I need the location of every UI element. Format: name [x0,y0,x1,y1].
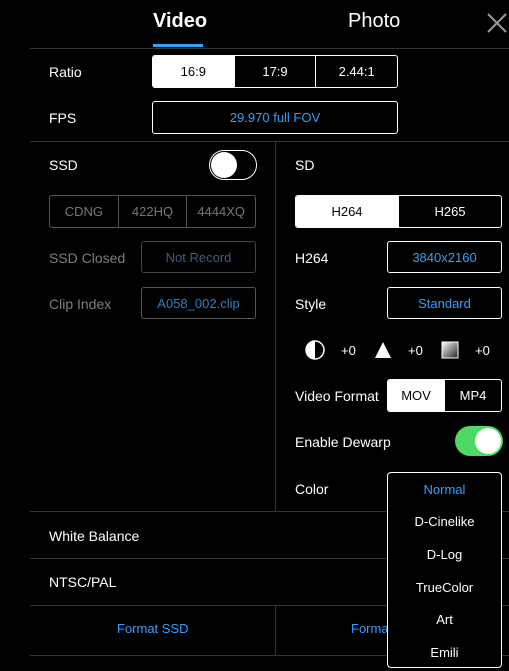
color-dropdown-menu: Normal D-Cinelike D-Log TrueColor Art Em… [387,472,502,668]
saturation-icon [441,341,459,359]
sd-codec-h265[interactable]: H265 [398,196,501,227]
resolution-button[interactable]: 3840x2160 [387,241,502,273]
toggle-knob [475,428,501,454]
format-ssd-button[interactable]: Format SSD [117,621,189,636]
ssd-codec-selector: CDNG 422HQ 4444XQ [49,195,256,228]
sd-label: SD [295,157,315,173]
contrast-value[interactable]: +0 [341,343,356,358]
ratio-option-17-9[interactable]: 17:9 [233,56,316,87]
fps-button[interactable]: 29.970 full FOV [152,101,398,134]
color-option-art[interactable]: Art [388,603,501,636]
fps-label: FPS [49,110,77,126]
column-divider [275,141,276,511]
sharpness-value[interactable]: +0 [408,343,423,358]
color-option-normal[interactable]: Normal [388,473,501,506]
close-icon[interactable] [486,12,508,34]
ssd-toggle[interactable] [209,150,257,180]
video-format-label: Video Format [295,388,379,404]
sd-codec-h264[interactable]: H264 [296,196,398,227]
color-option-emili[interactable]: Emili [388,636,501,669]
toggle-knob [211,152,237,178]
sharpness-icon [374,341,392,359]
ntsc-pal-label[interactable]: NTSC/PAL [49,574,116,590]
dewarp-toggle[interactable] [455,426,503,456]
color-option-d-cinelike[interactable]: D-Cinelike [388,506,501,539]
ssd-closed-label: SSD Closed [49,250,126,266]
tab-video[interactable]: Video [153,10,207,33]
contrast-icon [305,340,325,360]
resolution-label: H264 [295,250,329,266]
tab-photo[interactable]: Photo [348,10,400,33]
format-sd-button[interactable]: Forma [351,621,389,636]
white-balance-label[interactable]: White Balance [49,528,139,544]
active-tab-indicator [153,44,203,47]
ssd-closed-button[interactable]: Not Record [141,241,256,273]
clip-index-button[interactable]: A058_002.clip [141,287,256,319]
color-option-truecolor[interactable]: TrueColor [388,571,501,604]
ratio-label: Ratio [49,64,82,80]
saturation-value[interactable]: +0 [475,343,490,358]
column-divider [275,605,276,655]
ssd-codec-422hq[interactable]: 422HQ [117,196,187,227]
divider [30,141,509,142]
style-button[interactable]: Standard [387,287,502,319]
format-option-mov[interactable]: MOV [388,380,444,411]
style-label: Style [295,296,327,312]
ratio-option-16-9[interactable]: 16:9 [153,56,234,87]
ssd-label: SSD [49,157,78,173]
ratio-option-2-44-1[interactable]: 2.44:1 [315,56,397,87]
divider [30,48,509,49]
ssd-codec-4444xq[interactable]: 4444XQ [186,196,255,227]
video-format-selector: MOV MP4 [387,379,502,412]
format-option-mp4[interactable]: MP4 [444,380,501,411]
sd-codec-selector: H264 H265 [295,195,502,228]
ratio-selector: 16:9 17:9 2.44:1 [152,55,398,88]
color-option-d-log[interactable]: D-Log [388,538,501,571]
ssd-codec-cdng[interactable]: CDNG [50,196,118,227]
color-label: Color [295,481,329,497]
dewarp-label: Enable Dewarp [295,434,391,450]
clip-index-label: Clip Index [49,296,112,312]
